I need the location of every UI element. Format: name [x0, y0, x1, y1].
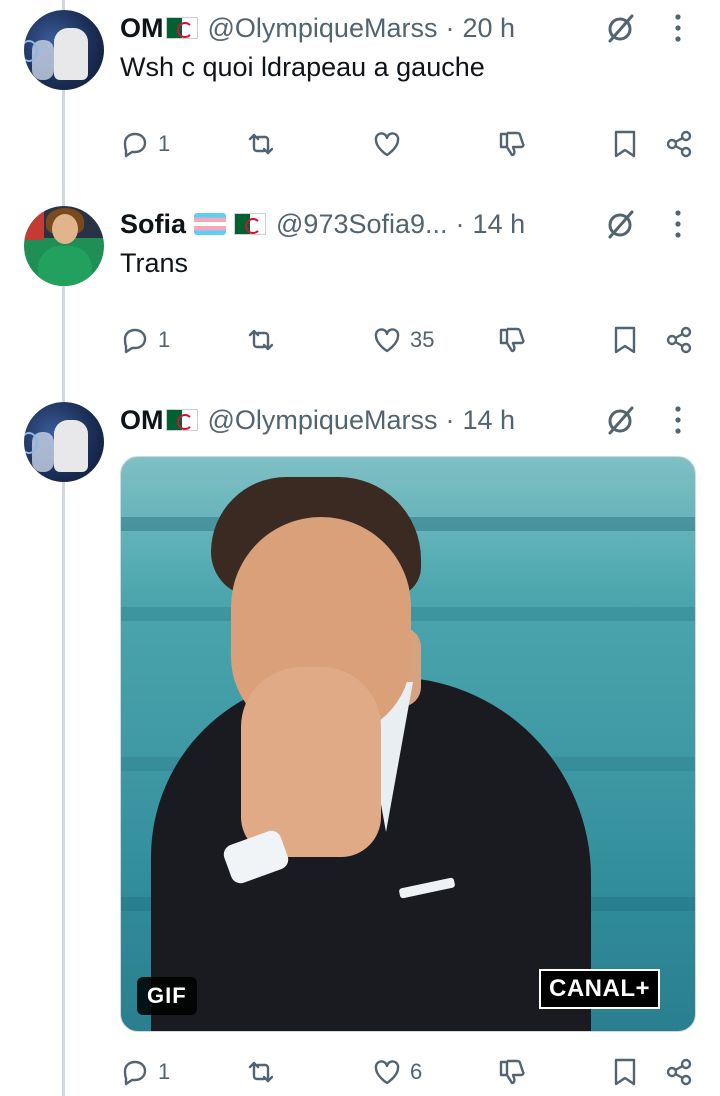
handle[interactable]: @973Sofia9... [276, 209, 448, 240]
separator: · [445, 404, 455, 435]
timestamp[interactable]: 14 h [462, 405, 515, 436]
reply-count: 1 [158, 1059, 171, 1084]
bookmark-button[interactable] [610, 126, 640, 162]
retweet-icon [248, 329, 274, 351]
bookmark-icon [614, 326, 636, 354]
reply-button[interactable]: 1 [120, 126, 170, 162]
timestamp[interactable]: 14 h [473, 209, 526, 240]
transgender-flag-icon [194, 213, 227, 235]
share-button[interactable] [664, 1054, 694, 1090]
bookmark-button[interactable] [610, 322, 640, 358]
tweet-header: Sofia @973Sofia9... · 14 h [120, 206, 525, 242]
grok-icon[interactable] [604, 404, 636, 436]
share-icon [666, 326, 692, 354]
reply-count: 1 [158, 131, 171, 156]
like-button[interactable] [372, 126, 410, 162]
bookmark-icon [614, 1058, 636, 1086]
tweet-text: Trans [120, 248, 189, 278]
retweet-button[interactable] [246, 1054, 284, 1090]
grok-icon[interactable] [604, 12, 636, 44]
like-count: 35 [410, 327, 435, 352]
canal-plus-logo: CANAL+ [539, 969, 661, 1009]
like-button[interactable]: 35 [372, 322, 434, 358]
reply-button[interactable]: 1 [120, 1054, 170, 1090]
reply-count: 1 [158, 327, 171, 352]
retweet-button[interactable] [246, 322, 284, 358]
dislike-icon [499, 131, 525, 157]
like-icon [374, 328, 400, 353]
algeria-flag-icon [165, 17, 198, 39]
share-button[interactable] [664, 322, 694, 358]
display-name[interactable]: OM [120, 405, 164, 436]
action-bar: 1 [0, 126, 720, 162]
more-icon[interactable] [666, 404, 690, 436]
handle[interactable]: @OlympiqueMarss [208, 405, 438, 436]
share-icon [666, 130, 692, 158]
algeria-flag-icon [165, 409, 198, 431]
like-icon [374, 132, 400, 157]
avatar[interactable] [24, 402, 104, 482]
share-button[interactable] [664, 126, 694, 162]
avatar[interactable] [24, 206, 104, 286]
dislike-button[interactable] [498, 126, 528, 162]
display-name[interactable]: OM [120, 13, 164, 44]
display-name[interactable]: Sofia [120, 209, 186, 240]
reply-icon [123, 132, 147, 158]
dislike-icon [499, 1059, 525, 1085]
dislike-button[interactable] [498, 322, 528, 358]
reply-button[interactable]: 1 [120, 322, 170, 358]
action-bar: 1 6 [0, 1054, 720, 1090]
retweet-button[interactable] [246, 126, 284, 162]
dislike-icon [499, 327, 525, 353]
separator: · [455, 208, 465, 239]
tweet-header: OM @OlympiqueMarss · 14 h [120, 402, 515, 438]
like-button[interactable]: 6 [372, 1054, 422, 1090]
like-count: 6 [410, 1059, 423, 1084]
gif-media[interactable]: GIF CANAL+ [120, 456, 696, 1032]
tweet-text: Wsh c quoi ldrapeau a gauche [120, 52, 485, 82]
more-icon[interactable] [666, 208, 690, 240]
dislike-button[interactable] [498, 1054, 528, 1090]
gif-badge: GIF [137, 977, 197, 1015]
bookmark-button[interactable] [610, 1054, 640, 1090]
more-icon[interactable] [666, 12, 690, 44]
tweet-header: OM @OlympiqueMarss · 20 h [120, 10, 515, 46]
retweet-icon [248, 1061, 274, 1083]
like-icon [374, 1060, 400, 1085]
grok-icon[interactable] [604, 208, 636, 240]
algeria-flag-icon [234, 213, 267, 235]
bookmark-icon [614, 130, 636, 158]
avatar[interactable] [24, 10, 104, 90]
retweet-icon [248, 133, 274, 155]
timestamp[interactable]: 20 h [462, 13, 515, 44]
separator: · [445, 12, 455, 43]
share-icon [666, 1058, 692, 1086]
tweet[interactable]: OM @OlympiqueMarss · 14 h GIF CANAL+ 1 6 [0, 392, 720, 1096]
action-bar: 1 35 [0, 322, 720, 358]
handle[interactable]: @OlympiqueMarss [208, 13, 438, 44]
reply-icon [123, 328, 147, 354]
reply-icon [123, 1060, 147, 1086]
